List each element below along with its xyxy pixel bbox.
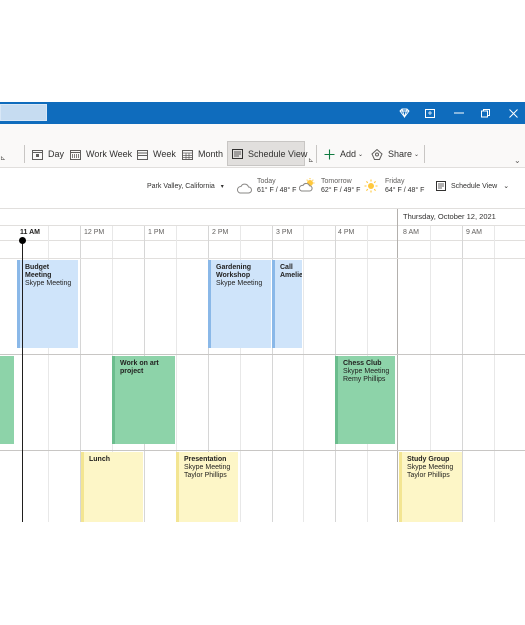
event-title: Budget Meeting bbox=[25, 264, 52, 279]
row-separator bbox=[0, 354, 525, 355]
weather-friday-day: Friday bbox=[385, 178, 405, 185]
calendar-schedule-icon bbox=[232, 148, 243, 160]
outlook-calendar-window: ⊾ Day Work Week Week Month Schedule View… bbox=[0, 0, 525, 625]
restore-window-icon[interactable] bbox=[421, 104, 439, 122]
event-work-on-art-project[interactable]: Work on art project bbox=[112, 356, 175, 444]
schedule-view-label: Schedule View bbox=[248, 148, 308, 159]
share-icon bbox=[371, 148, 383, 160]
day-view-label: Day bbox=[48, 149, 65, 159]
calendar-month-icon bbox=[181, 148, 193, 160]
event-chess-club[interactable]: Chess Club Skype Meeting Remy Phillips bbox=[335, 356, 395, 444]
row-separator bbox=[0, 258, 525, 259]
ribbon-collapse-chevron-icon[interactable]: ⌄ bbox=[514, 156, 521, 165]
search-input[interactable] bbox=[0, 104, 47, 121]
partly-sunny-icon bbox=[298, 178, 317, 192]
current-time-marker bbox=[19, 237, 26, 244]
event-detail: Taylor Phillips bbox=[184, 472, 227, 479]
event-title: Work on art project bbox=[120, 360, 159, 375]
event-detail: Skype Meeting bbox=[407, 464, 454, 471]
weather-today-day: Today bbox=[257, 178, 276, 185]
share-label: Share bbox=[388, 149, 413, 159]
chevron-down-icon: ⌄ bbox=[503, 183, 510, 190]
close-icon[interactable] bbox=[504, 104, 522, 122]
event-presentation[interactable]: Presentation Skype Meeting Taylor Philli… bbox=[176, 452, 238, 522]
day-divider-line bbox=[397, 209, 398, 522]
event-detail: Skype Meeting bbox=[184, 464, 231, 471]
time-label-3pm: 3 PM bbox=[276, 229, 293, 236]
minimize-icon[interactable] bbox=[450, 104, 468, 122]
view-selector-label: Schedule View bbox=[451, 182, 498, 190]
ribbon-separator bbox=[24, 145, 25, 163]
ribbon-group-corner-icon[interactable]: ⊾ bbox=[0, 154, 6, 162]
weather-tomorrow-temp: 62° F / 49° F bbox=[321, 187, 361, 194]
weather-tomorrow-day: Tomorrow bbox=[321, 178, 352, 185]
view-selector-dropdown[interactable]: Schedule View ⌄ bbox=[436, 181, 509, 191]
calendar-week-icon bbox=[136, 148, 148, 160]
month-view-button[interactable]: Month bbox=[181, 141, 223, 167]
event-detail: Skype Meeting bbox=[343, 368, 390, 375]
chevron-down-icon: ⌄ bbox=[414, 151, 420, 158]
add-button[interactable]: Add ⌄ bbox=[323, 141, 363, 167]
chevron-down-icon: ⌄ bbox=[358, 151, 364, 158]
day-view-button[interactable]: Day bbox=[31, 141, 64, 167]
share-button[interactable]: Share ⌄ bbox=[371, 141, 419, 167]
half-hour-gridline bbox=[494, 226, 495, 522]
hour-gridline bbox=[462, 226, 463, 522]
premium-diamond-icon[interactable] bbox=[395, 104, 413, 122]
half-hour-gridline bbox=[303, 226, 304, 522]
event-study-group[interactable]: Study Group Skype Meeting Taylor Phillip… bbox=[399, 452, 462, 522]
chevron-down-icon: ▾ bbox=[220, 184, 224, 190]
event-detail: Remy Phillips bbox=[343, 376, 386, 383]
sun-icon bbox=[364, 179, 378, 193]
ribbon-separator bbox=[316, 145, 317, 163]
time-header-bottom-border bbox=[0, 240, 525, 241]
row-separator bbox=[0, 450, 525, 451]
calendar-schedule-icon bbox=[436, 181, 446, 191]
event-detail: Skype Meeting bbox=[216, 280, 263, 287]
event-title: Chess Club bbox=[343, 360, 382, 367]
week-view-button[interactable]: Week bbox=[136, 141, 176, 167]
add-plus-icon bbox=[323, 148, 335, 160]
weather-location-label: Park Valley, California bbox=[147, 183, 215, 190]
event-budget-meeting[interactable]: Budget Meeting Skype Meeting bbox=[17, 260, 78, 348]
calendar-day-icon bbox=[31, 148, 43, 160]
time-label-2pm: 2 PM bbox=[212, 229, 229, 236]
ribbon-separator bbox=[424, 145, 425, 163]
event-title: Gardening Workshop bbox=[216, 264, 252, 279]
event-title: Presentation bbox=[184, 456, 227, 463]
month-view-label: Month bbox=[198, 149, 224, 159]
work-week-view-button[interactable]: Work Week bbox=[69, 141, 132, 167]
event-call-amelie[interactable]: Call Amelie bbox=[272, 260, 302, 348]
maximize-icon[interactable] bbox=[476, 104, 494, 122]
weather-location-selector[interactable]: Park Valley, California ▾ bbox=[147, 183, 224, 190]
weather-friday-temp: 64° F / 48° F bbox=[385, 187, 425, 194]
event-title: Study Group bbox=[407, 456, 450, 463]
week-view-label: Week bbox=[153, 149, 176, 159]
add-label: Add bbox=[340, 149, 357, 159]
time-label-12pm: 12 PM bbox=[84, 229, 105, 236]
weather-today-temp: 61° F / 48° F bbox=[257, 187, 297, 194]
event-green-continued[interactable] bbox=[0, 356, 14, 444]
next-day-date-header: Thursday, October 12, 2021 bbox=[397, 209, 525, 225]
event-lunch[interactable]: Lunch bbox=[81, 452, 143, 522]
calendar-work-week-icon bbox=[69, 148, 81, 160]
time-label-9am: 9 AM bbox=[466, 229, 482, 236]
current-time-line bbox=[22, 240, 23, 522]
title-bar bbox=[0, 102, 525, 124]
time-header-top-border bbox=[0, 225, 525, 226]
event-title: Call Amelie bbox=[280, 264, 302, 279]
work-week-view-label: Work Week bbox=[86, 149, 133, 159]
time-label-1pm: 1 PM bbox=[148, 229, 165, 236]
schedule-view-button[interactable]: Schedule View bbox=[227, 141, 308, 166]
event-detail: Taylor Phillips bbox=[407, 472, 450, 479]
time-label-4pm: 4 PM bbox=[338, 229, 355, 236]
event-title: Lunch bbox=[89, 456, 110, 463]
cloud-icon bbox=[236, 181, 252, 194]
ribbon-group-corner-icon[interactable]: ⊾ bbox=[308, 156, 314, 164]
time-label-8am: 8 AM bbox=[403, 229, 419, 236]
event-detail: Skype Meeting bbox=[25, 280, 72, 287]
event-gardening-workshop[interactable]: Gardening Workshop Skype Meeting bbox=[208, 260, 271, 348]
